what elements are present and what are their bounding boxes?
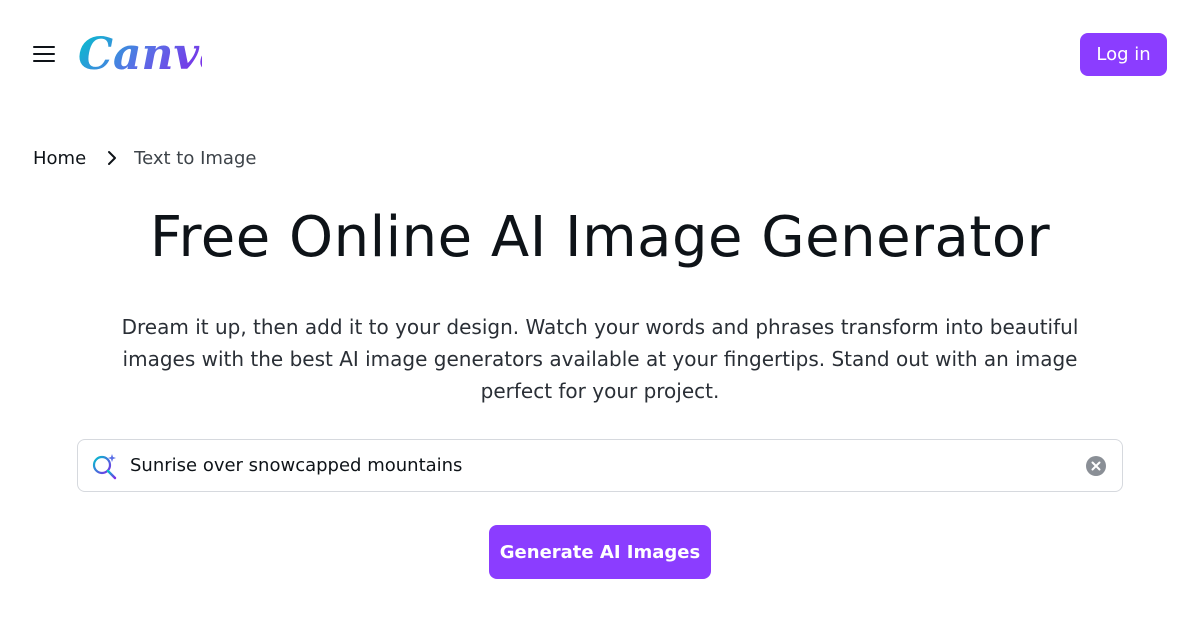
canva-text-to-image-page: Canva Log in Home Text to Image Free Onl…: [0, 0, 1200, 620]
logo-text: Canva: [78, 29, 202, 80]
hamburger-menu-icon[interactable]: [22, 34, 66, 74]
page-title: Free Online AI Image Generator: [149, 205, 1051, 270]
generate-ai-images-button[interactable]: Generate AI Images: [489, 525, 711, 579]
prompt-input[interactable]: [130, 440, 1084, 491]
breadcrumb: Home Text to Image: [33, 145, 256, 171]
magic-search-icon: [90, 451, 120, 481]
prompt-search-box: [77, 439, 1123, 492]
clear-circle-icon[interactable]: [1084, 454, 1108, 478]
breadcrumb-home-link[interactable]: Home: [33, 148, 86, 169]
login-button[interactable]: Log in: [1080, 33, 1167, 76]
breadcrumb-current: Text to Image: [134, 147, 257, 169]
chevron-right-icon: [106, 149, 118, 167]
page-description: Dream it up, then add it to your design.…: [121, 315, 1079, 403]
canva-logo[interactable]: Canva: [76, 22, 202, 82]
